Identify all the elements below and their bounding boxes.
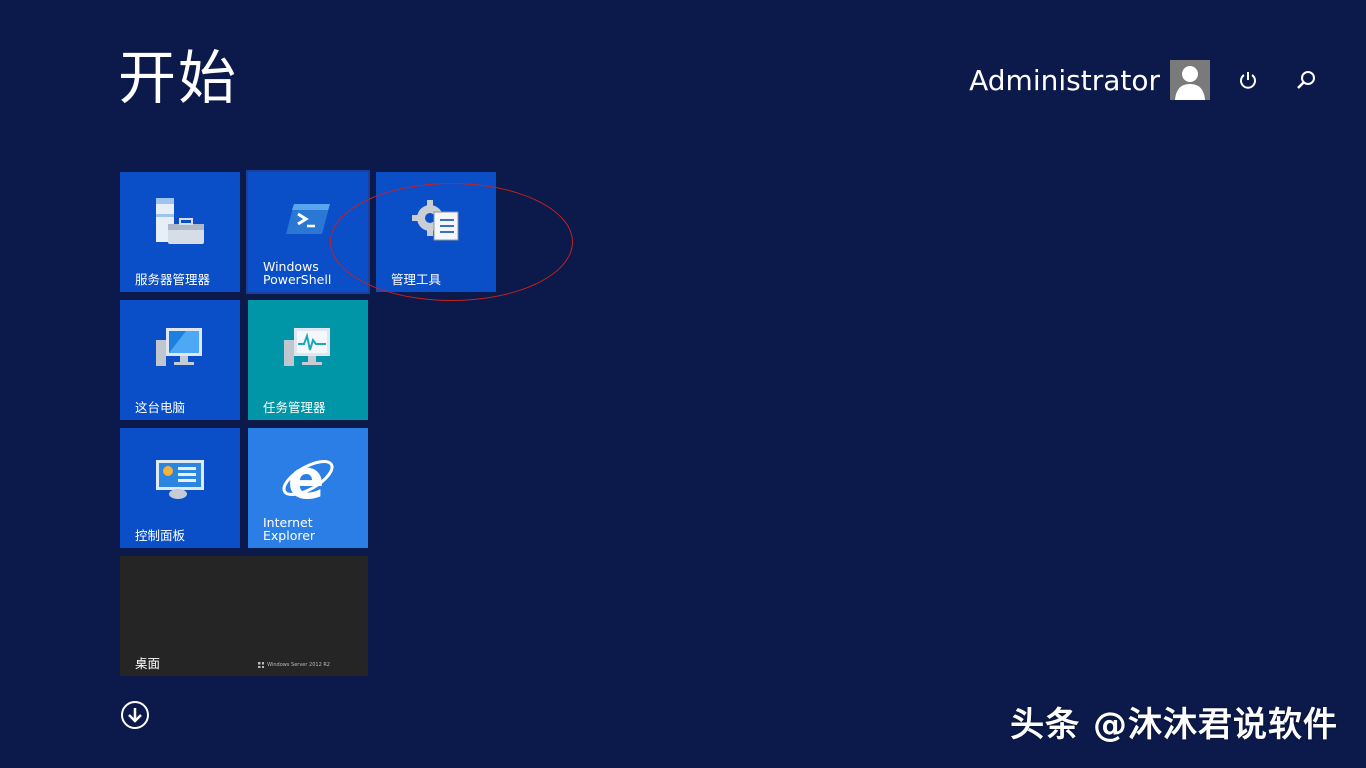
tile-desktop[interactable]: 桌面 Windows Server 2012 R2	[120, 556, 368, 676]
tile-task-manager[interactable]: 任务管理器	[248, 300, 368, 420]
page-title: 开始	[118, 44, 239, 112]
tile-label: 控制面板	[135, 528, 186, 543]
tile-internet-explorer[interactable]: e Internet Explorer	[248, 428, 368, 548]
tile-admin-tools[interactable]: 管理工具	[376, 172, 496, 292]
tile-label: 管理工具	[391, 272, 442, 287]
watermark: 头条 @沐沐君说软件	[1010, 705, 1338, 745]
powershell-icon	[286, 204, 330, 234]
tile-label: 这台电脑	[135, 400, 186, 415]
search-icon	[1297, 71, 1315, 89]
internet-explorer-icon: e	[282, 448, 334, 508]
svg-text:e: e	[288, 448, 325, 508]
admin-tools-icon	[412, 200, 459, 241]
tile-this-pc[interactable]: 这台电脑	[120, 300, 240, 420]
user-silhouette-icon	[1175, 66, 1205, 100]
tile-powershell[interactable]: Windows PowerShell	[246, 170, 370, 294]
windows-server-badge: Windows Server 2012 R2	[258, 662, 330, 668]
arrow-down-circle-icon	[121, 701, 149, 729]
avatar[interactable]	[1170, 60, 1210, 100]
windows-logo-icon	[258, 662, 265, 668]
user-area: Administrator	[969, 56, 1326, 104]
search-button[interactable]	[1286, 60, 1326, 100]
tile-label: 桌面	[135, 656, 161, 671]
control-panel-icon	[156, 460, 204, 499]
tile-control-panel[interactable]: 控制面板	[120, 428, 240, 548]
username[interactable]: Administrator	[969, 64, 1160, 97]
all-apps-button[interactable]	[120, 700, 150, 730]
server-manager-icon	[156, 198, 204, 244]
power-button[interactable]	[1228, 60, 1268, 100]
tile-label: Windows PowerShell	[263, 259, 332, 287]
task-manager-icon	[284, 328, 330, 366]
tile-label: Internet Explorer	[263, 515, 316, 543]
tile-server-manager[interactable]: 服务器管理器	[120, 172, 240, 292]
tile-label: 任务管理器	[263, 400, 326, 415]
tile-label: 服务器管理器	[135, 272, 211, 287]
power-icon	[1240, 72, 1256, 89]
this-pc-icon	[156, 328, 202, 366]
